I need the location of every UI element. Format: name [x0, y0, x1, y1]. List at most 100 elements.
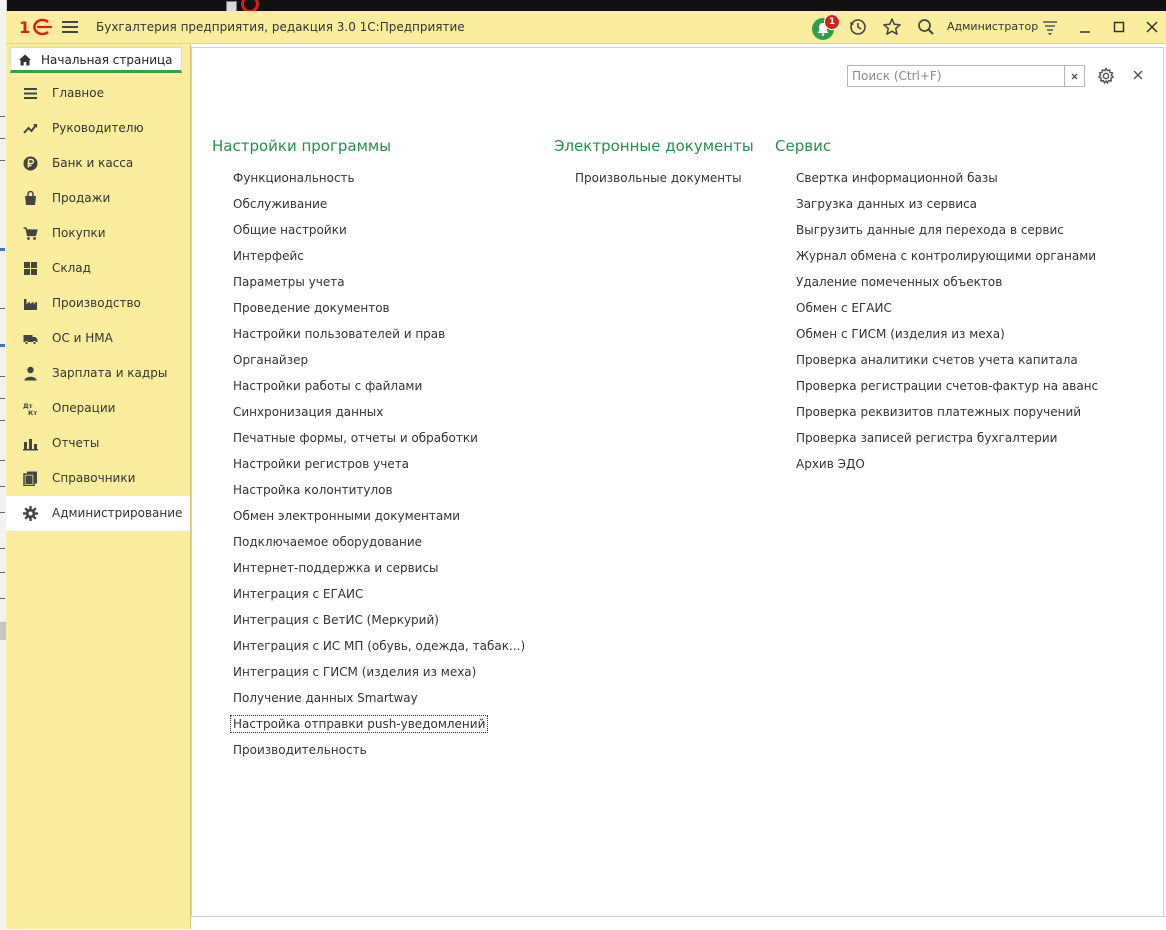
search-clear-button[interactable]: [1064, 65, 1085, 87]
link-push-notifications[interactable]: Настройка отправки push-уведомлений: [229, 715, 489, 733]
home-page-tab[interactable]: Начальная страница: [10, 47, 182, 73]
sidebar-item-label: Производство: [52, 296, 141, 310]
dt-kt-icon: Дт Кт: [23, 402, 37, 416]
link-ledger-check[interactable]: Проверка записей регистра бухгалтерии: [796, 431, 1057, 445]
link-print-forms[interactable]: Печатные формы, отчеты и обработки: [233, 431, 478, 445]
sidebar-item-sales[interactable]: Продажи: [6, 181, 190, 216]
home-icon: [19, 54, 31, 66]
list-icon: [24, 88, 37, 99]
link-infobase-collapse[interactable]: Свертка информационной базы: [796, 171, 998, 185]
sidebar-item-label: Справочники: [52, 471, 136, 485]
sidebar-item-reports[interactable]: Отчеты: [6, 426, 190, 461]
sidebar-item-label: Зарплата и кадры: [52, 366, 168, 380]
sidebar-item-production[interactable]: Производство: [6, 286, 190, 321]
link-invoice-check[interactable]: Проверка регистрации счетов-фактур на ав…: [796, 379, 1098, 393]
section-title-program-settings: Настройки программы: [212, 137, 392, 155]
panel-settings-gear-icon[interactable]: [1097, 67, 1115, 85]
link-equipment[interactable]: Подключаемое оборудование: [233, 535, 422, 549]
close-panel-icon[interactable]: [1132, 69, 1144, 81]
clear-icon: [1071, 73, 1078, 80]
close-window-icon[interactable]: [1142, 17, 1162, 37]
link-accounting-parameters[interactable]: Параметры учета: [233, 275, 345, 289]
cart-icon: [23, 227, 38, 240]
link-functionality[interactable]: Функциональность: [233, 171, 355, 185]
sidebar-item-label: Покупки: [52, 226, 106, 240]
link-gism-exchange[interactable]: Обмен с ГИСМ (изделия из меха): [796, 327, 1005, 341]
status-strip: [191, 916, 1166, 930]
sidebar-item-bank[interactable]: Банк и касса: [6, 146, 190, 181]
title-bar: 1 Бухгалтерия предприятия, редакция 3.0 …: [6, 11, 1166, 44]
link-exchange-log[interactable]: Журнал обмена с контролирующими органами: [796, 249, 1096, 263]
link-gism-integration[interactable]: Интеграция с ГИСМ (изделия из меха): [233, 665, 476, 679]
sidebar-item-catalogs[interactable]: Справочники: [6, 461, 190, 496]
minimize-icon[interactable]: [1075, 17, 1095, 37]
link-internet-support[interactable]: Интернет-поддержка и сервисы: [233, 561, 439, 575]
link-egais-exchange[interactable]: Обмен с ЕГАИС: [796, 301, 892, 315]
settings-menu-icon[interactable]: [1040, 17, 1060, 37]
window-title: Бухгалтерия предприятия, редакция 3.0 1С…: [96, 20, 465, 34]
link-arbitrary-documents[interactable]: Произвольные документы: [575, 171, 742, 185]
sidebar-item-warehouse[interactable]: Склад: [6, 251, 190, 286]
favorites-star-icon[interactable]: [882, 17, 902, 37]
sidebar-item-payroll[interactable]: Зарплата и кадры: [6, 356, 190, 391]
link-organizer[interactable]: Органайзер: [233, 353, 308, 367]
sales-icon: [25, 191, 36, 205]
sidebar-item-label: Банк и касса: [52, 156, 134, 170]
sidebar-item-label: Руководителю: [52, 121, 144, 135]
sidebar-item-main[interactable]: Главное: [6, 76, 190, 111]
link-capital-check[interactable]: Проверка аналитики счетов учета капитала: [796, 353, 1078, 367]
ruble-icon: [23, 156, 38, 171]
link-vetis-integration[interactable]: Интеграция с ВетИС (Меркурий): [233, 613, 439, 627]
link-export-to-service[interactable]: Выгрузить данные для перехода в сервис: [796, 223, 1064, 237]
link-payment-orders-check[interactable]: Проверка реквизитов платежных поручений: [796, 405, 1081, 419]
sidebar-item-purchases[interactable]: Покупки: [6, 216, 190, 251]
link-ismp-integration[interactable]: Интеграция с ИС МП (обувь, одежда, табак…: [233, 639, 525, 653]
link-maintenance[interactable]: Обслуживание: [233, 197, 327, 211]
svg-text:1: 1: [19, 18, 30, 37]
sidebar-item-label: Администрирование: [52, 506, 183, 520]
history-icon[interactable]: [848, 17, 868, 37]
link-performance[interactable]: Производительность: [233, 743, 367, 757]
section-title-electronic-documents: Электронные документы: [554, 137, 754, 155]
sidebar-item-manager[interactable]: Руководителю: [6, 111, 190, 146]
sidebar-item-label: ОС и НМА: [52, 331, 113, 345]
notification-badge: 1: [824, 14, 840, 30]
link-register-settings[interactable]: Настройки регистров учета: [233, 457, 409, 471]
1c-logo-icon: 1: [19, 18, 52, 37]
background-window-strip: [0, 0, 1166, 13]
svg-text:Кт: Кт: [28, 409, 37, 416]
sidebar-item-administration[interactable]: Администрирование: [6, 496, 190, 531]
link-edi-exchange[interactable]: Обмен электронными документами: [233, 509, 460, 523]
link-load-from-service[interactable]: Загрузка данных из сервиса: [796, 197, 977, 211]
search-icon[interactable]: [916, 17, 936, 37]
sidebar-item-label: Продажи: [52, 191, 111, 205]
link-egais-integration[interactable]: Интеграция с ЕГАИС: [233, 587, 363, 601]
maximize-icon[interactable]: [1109, 17, 1129, 37]
notifications-button[interactable]: 1: [812, 14, 840, 40]
truck-icon: [23, 335, 38, 345]
link-delete-marked[interactable]: Удаление помеченных объектов: [796, 275, 1002, 289]
main-menu-button[interactable]: [62, 19, 78, 35]
link-edo-archive[interactable]: Архив ЭДО: [796, 457, 865, 471]
link-general-settings[interactable]: Общие настройки: [233, 223, 347, 237]
link-headers-footers[interactable]: Настройка колонтитулов: [233, 483, 393, 497]
sidebar-item-fixed-assets[interactable]: ОС и НМА: [6, 321, 190, 356]
sidebar-item-label: Отчеты: [52, 436, 100, 450]
link-interface[interactable]: Интерфейс: [233, 249, 304, 263]
sidebar-item-label: Операции: [52, 401, 116, 415]
link-smartway[interactable]: Получение данных Smartway: [233, 691, 418, 705]
trend-icon: [23, 124, 37, 134]
gear-icon: [23, 506, 38, 521]
person-icon: [24, 366, 37, 381]
current-user[interactable]: Администратор: [947, 20, 1038, 33]
warehouse-icon: [24, 262, 37, 275]
link-file-settings[interactable]: Настройки работы с файлами: [233, 379, 422, 393]
search-input[interactable]: [847, 65, 1065, 87]
link-data-sync[interactable]: Синхронизация данных: [233, 405, 383, 419]
sidebar-item-operations[interactable]: Дт Кт Операции: [6, 391, 190, 426]
link-users-and-rights[interactable]: Настройки пользователей и прав: [233, 327, 445, 341]
link-document-posting[interactable]: Проведение документов: [233, 301, 390, 315]
section-title-service: Сервис: [775, 137, 832, 155]
factory-icon: [24, 299, 37, 310]
home-page-tab-label: Начальная страница: [41, 53, 173, 67]
